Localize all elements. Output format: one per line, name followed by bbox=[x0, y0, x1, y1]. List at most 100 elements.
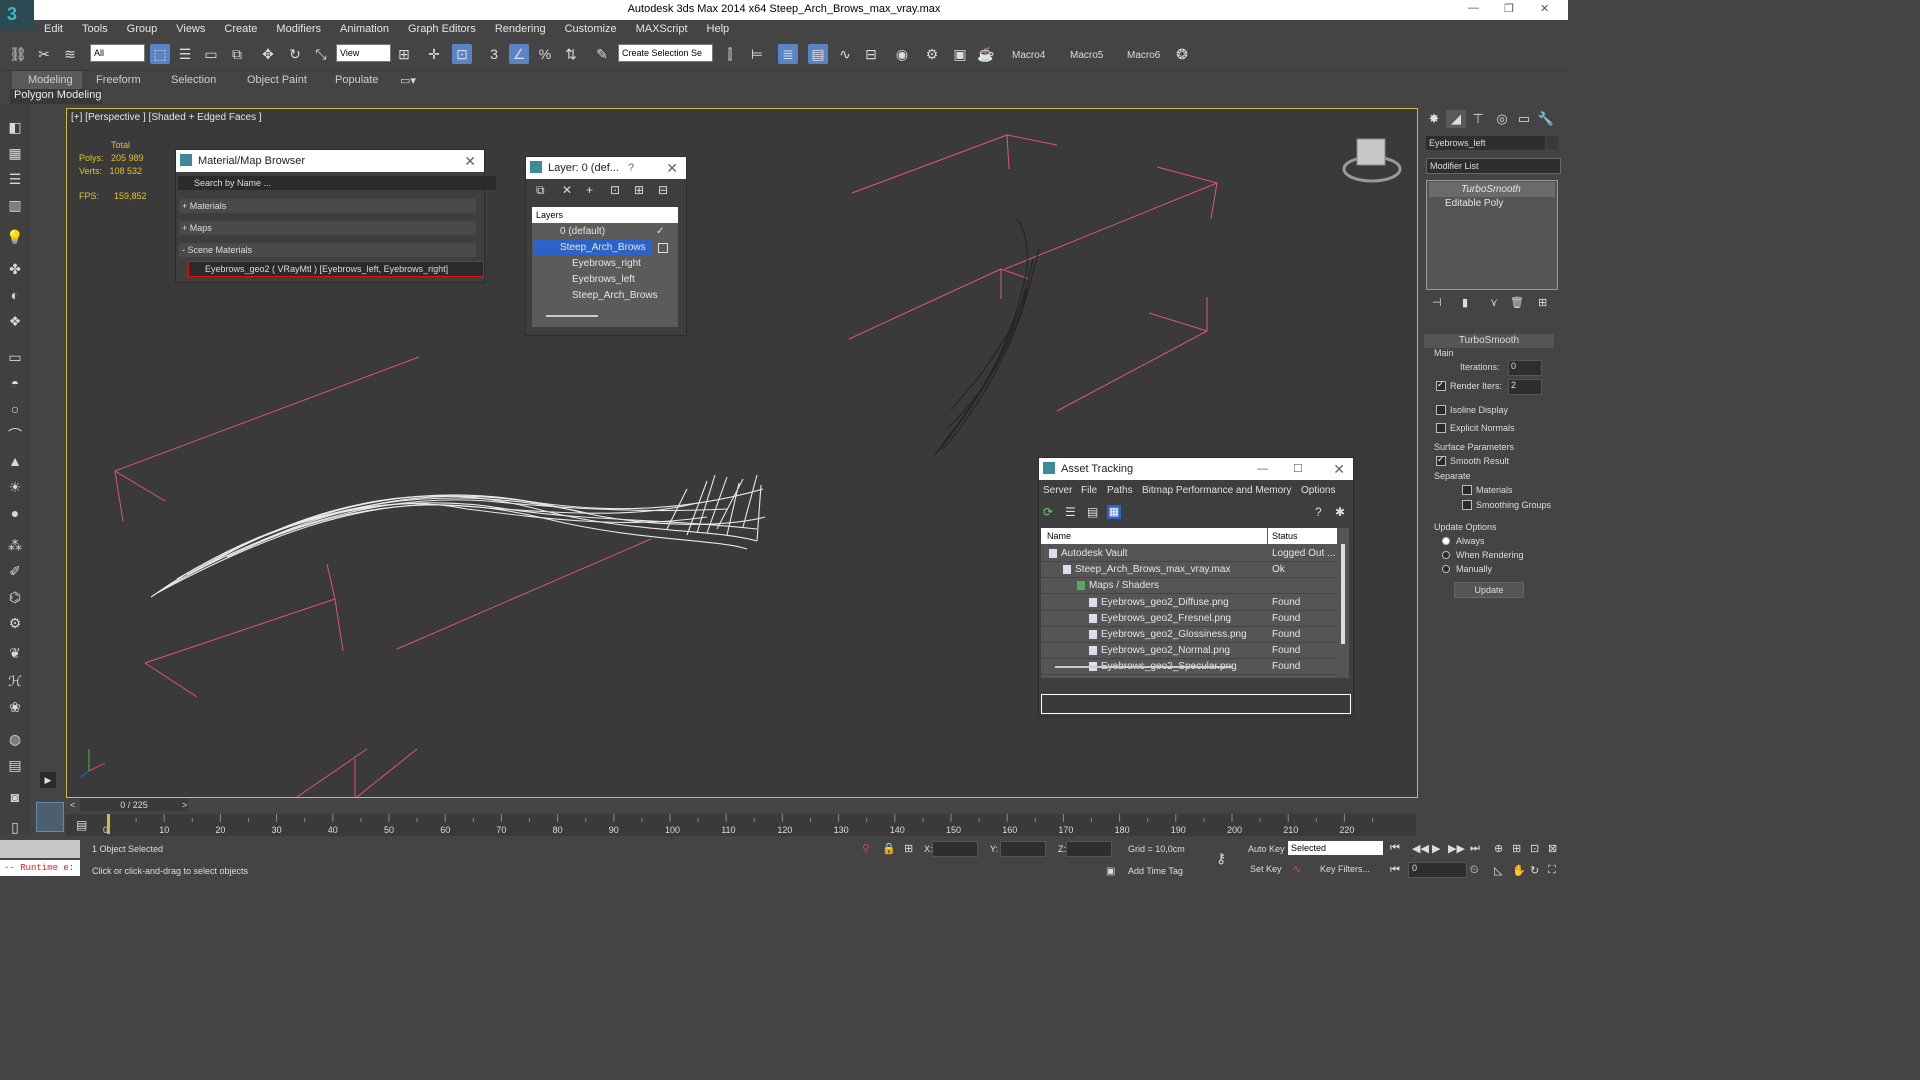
asset-menu-file[interactable]: File bbox=[1081, 485, 1097, 496]
tool-paint-icon[interactable]: ✐ bbox=[6, 562, 24, 580]
asset-menu-bitmap[interactable]: Bitmap Performance and Memory bbox=[1142, 485, 1292, 496]
asset-detail-view-icon[interactable]: ▤ bbox=[1087, 505, 1098, 519]
tab-populate[interactable]: Populate bbox=[335, 74, 378, 86]
asset-menu-server[interactable]: Server bbox=[1043, 485, 1072, 496]
stack-item-turbosmooth[interactable]: TurboSmooth bbox=[1429, 182, 1555, 197]
select-object-icon[interactable]: ⬚ bbox=[150, 44, 170, 64]
menu-customize[interactable]: Customize bbox=[555, 20, 626, 35]
asset-row[interactable]: Steep_Arch_Brows_max_vray.max Ok bbox=[1041, 562, 1337, 579]
menu-graph-editors[interactable]: Graph Editors bbox=[398, 20, 485, 35]
scene-material-item[interactable]: Eyebrows_geo2 ( VRayMtl ) [Eyebrows_left… bbox=[188, 261, 484, 277]
layer-add-icon[interactable]: + bbox=[586, 183, 593, 197]
app-logo-icon[interactable]: 3 bbox=[0, 0, 34, 30]
hierarchy-tab-icon[interactable]: ⊤ bbox=[1468, 110, 1488, 128]
modify-tab-icon[interactable]: ◢ bbox=[1446, 110, 1466, 128]
asset-menu-options[interactable]: Options bbox=[1301, 485, 1335, 496]
time-tag-icon[interactable]: ▣ bbox=[1106, 866, 1115, 877]
create-tab-icon[interactable]: ✸ bbox=[1424, 110, 1444, 128]
tab-object-paint[interactable]: Object Paint bbox=[247, 74, 307, 86]
link-icon[interactable]: ⛓ bbox=[8, 44, 28, 64]
menu-tools[interactable]: Tools bbox=[72, 20, 117, 35]
rotate-icon[interactable]: ↻ bbox=[285, 44, 305, 64]
pin-stack-icon[interactable]: ⊣ bbox=[1432, 296, 1442, 309]
x-coordinate-field[interactable] bbox=[932, 841, 978, 857]
isolate-icon[interactable]: ⚲ bbox=[862, 842, 870, 855]
mini-curve-editor-icon[interactable]: ▤ bbox=[76, 818, 87, 832]
reference-coordinate-dropdown[interactable]: View bbox=[336, 44, 391, 62]
tool-leaf-icon[interactable]: ❦ bbox=[6, 644, 24, 662]
separate-smoothing-checkbox[interactable] bbox=[1462, 500, 1472, 510]
tool-list-icon[interactable]: ☰ bbox=[6, 170, 24, 188]
zoom-extents-icon[interactable]: ⊡ bbox=[1530, 842, 1539, 855]
menu-edit[interactable]: Edit bbox=[34, 20, 72, 35]
y-coordinate-field[interactable] bbox=[1000, 841, 1046, 857]
tool-helper-icon[interactable]: ⌬ bbox=[6, 588, 24, 606]
polygon-modeling-tab[interactable]: Polygon Modeling bbox=[10, 89, 102, 104]
menu-modifiers[interactable]: Modifiers bbox=[266, 20, 330, 35]
window-crossing-icon[interactable]: ⧉ bbox=[227, 44, 247, 64]
schematic-view-icon[interactable]: ⊟ bbox=[861, 44, 881, 64]
iterations-spinner[interactable]: 0 bbox=[1508, 360, 1542, 376]
key-mode-dropdown[interactable]: Selected bbox=[1288, 841, 1383, 855]
layer-hide-icon[interactable]: ⊟ bbox=[658, 183, 668, 197]
asset-list-view-icon[interactable]: ☰ bbox=[1065, 505, 1076, 519]
absolute-mode-icon[interactable]: ⊞ bbox=[904, 842, 913, 855]
asset-minimize-icon[interactable]: — bbox=[1257, 458, 1268, 480]
menu-maxscript[interactable]: MAXScript bbox=[626, 20, 697, 35]
layer-scrollbar[interactable] bbox=[546, 315, 598, 317]
pivot-icon[interactable]: ⊞ bbox=[394, 44, 414, 64]
mini-viewport-icon[interactable] bbox=[36, 802, 64, 832]
smooth-result-checkbox[interactable] bbox=[1436, 454, 1446, 466]
edit-named-selection-icon[interactable]: ✎ bbox=[592, 44, 612, 64]
select-manipulate-icon[interactable]: ✛ bbox=[424, 44, 444, 64]
utilities-tab-icon[interactable]: 🔧 bbox=[1536, 110, 1556, 128]
set-key-icon[interactable]: ∿ bbox=[1292, 862, 1302, 876]
time-slider[interactable]: 0 / 225 bbox=[80, 799, 188, 811]
asset-col-status[interactable]: Status bbox=[1268, 528, 1337, 544]
key-filters-button[interactable]: Key Filters... bbox=[1320, 864, 1370, 874]
tool-render-icon[interactable]: ◙ bbox=[6, 788, 24, 806]
tool-grid-icon[interactable]: ▥ bbox=[6, 196, 24, 214]
next-frame-icon[interactable]: > bbox=[182, 800, 187, 810]
object-color-swatch[interactable] bbox=[1546, 136, 1558, 150]
maximize-viewport-icon[interactable]: ⛶ bbox=[1548, 864, 1556, 877]
layer-object-eyebrows-right[interactable]: Eyebrows_right bbox=[532, 256, 641, 271]
move-icon[interactable]: ✥ bbox=[258, 44, 278, 64]
tab-modeling[interactable]: Modeling bbox=[28, 74, 73, 86]
stack-item-editable-poly[interactable]: Editable Poly bbox=[1429, 196, 1555, 211]
isoline-checkbox[interactable] bbox=[1436, 405, 1446, 415]
asset-path-field[interactable] bbox=[1041, 694, 1351, 714]
tool-cone-icon[interactable]: ▲ bbox=[6, 452, 24, 470]
modifier-list-dropdown[interactable]: Modifier List bbox=[1426, 158, 1561, 174]
restore-icon[interactable]: ❐ bbox=[1504, 2, 1514, 15]
tool-doc-icon[interactable]: ▤ bbox=[6, 756, 24, 774]
layer-new-icon[interactable]: ⧉ bbox=[536, 183, 545, 198]
render-iters-checkbox[interactable] bbox=[1436, 379, 1446, 391]
tool-half-sphere-icon[interactable]: ◓ bbox=[6, 374, 24, 392]
material-browser-close-icon[interactable]: ✕ bbox=[464, 150, 476, 172]
material-search-input[interactable]: Search by Name ... bbox=[178, 176, 496, 190]
tool-camera-icon[interactable]: ✤ bbox=[6, 260, 24, 278]
tool-sun-icon[interactable]: ☀ bbox=[6, 478, 24, 496]
play-icon[interactable]: ▶ bbox=[1432, 842, 1440, 855]
tool-script-icon[interactable]: ▯ bbox=[6, 818, 24, 836]
materials-group[interactable]: + Materials bbox=[179, 199, 476, 213]
asset-table-view-icon[interactable]: ▦ bbox=[1107, 505, 1121, 519]
layer-object-eyebrows-left[interactable]: Eyebrows_left bbox=[532, 272, 635, 287]
asset-vscrollbar[interactable] bbox=[1341, 544, 1345, 644]
selection-filter-dropdown[interactable]: All bbox=[90, 44, 145, 62]
current-frame-marker[interactable] bbox=[107, 814, 110, 834]
goto-end-icon[interactable]: ⏭ bbox=[1470, 842, 1480, 855]
menu-rendering[interactable]: Rendering bbox=[485, 20, 555, 35]
macro4-button[interactable]: Macro4 bbox=[1012, 50, 1045, 61]
scene-materials-group[interactable]: - Scene Materials bbox=[179, 243, 476, 257]
bind-spacewarp-icon[interactable]: ≋ bbox=[60, 44, 80, 64]
menu-help[interactable]: Help bbox=[697, 20, 739, 35]
snaps-toggle-icon[interactable]: 3 bbox=[484, 44, 504, 64]
tool-ball-icon[interactable]: ● bbox=[6, 504, 24, 522]
configure-sets-icon[interactable]: ⊞ bbox=[1538, 296, 1547, 309]
menu-views[interactable]: Views bbox=[166, 20, 214, 35]
asset-row[interactable]: Eyebrows_geo2_Fresnel.png Found bbox=[1041, 610, 1337, 627]
scale-icon[interactable]: ⤡ bbox=[311, 44, 331, 64]
macro6-button[interactable]: Macro6 bbox=[1127, 50, 1160, 61]
